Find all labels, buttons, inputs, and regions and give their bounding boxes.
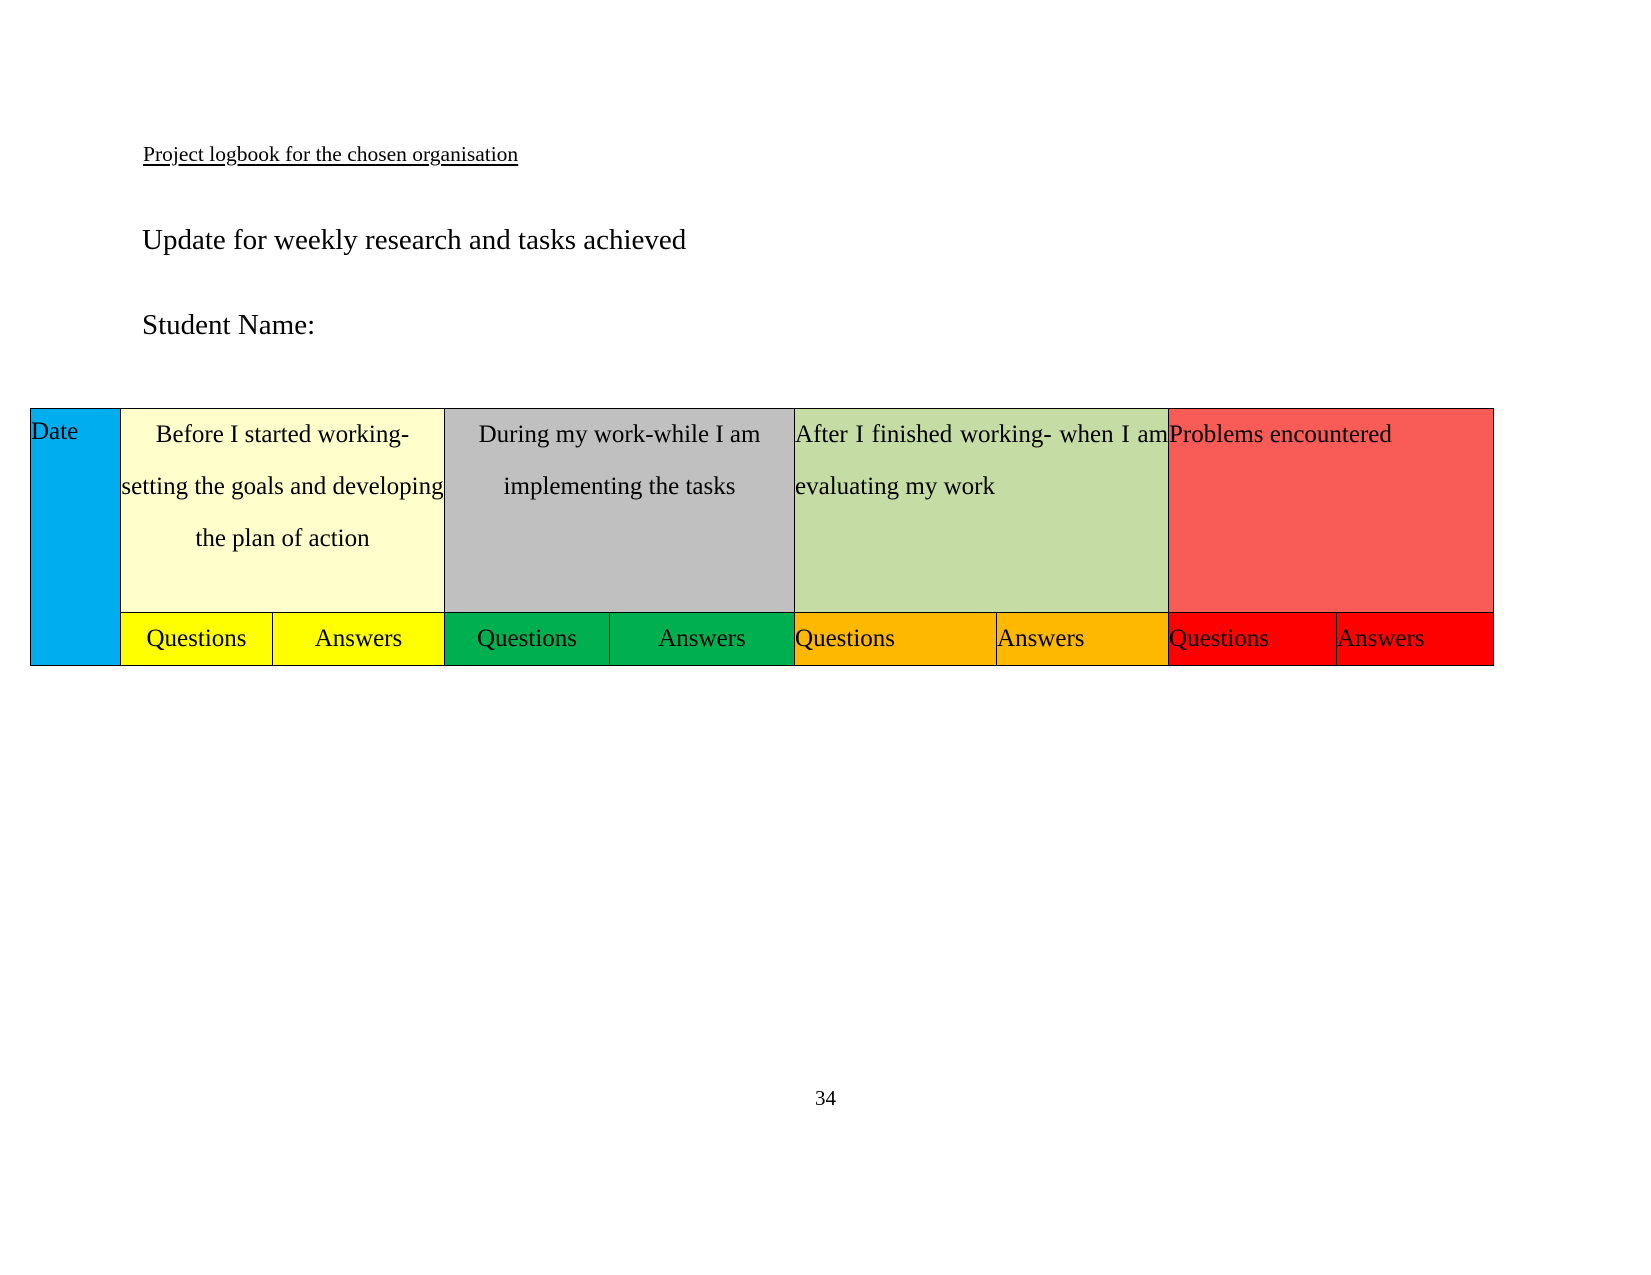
subheader-after-answers: Answers <box>996 612 1170 666</box>
heading-weekly-update: Update for weekly research and tasks ach… <box>142 224 687 256</box>
logbook-table: Date Before I started working- setting t… <box>30 408 1495 666</box>
table-header-during: During my work-while I am implementing t… <box>443 408 796 613</box>
subheader-during-answers: Answers <box>608 612 796 666</box>
table-header-before: Before I started working- setting the go… <box>120 408 445 613</box>
subheader-after-questions: Questions <box>794 612 998 666</box>
document-page: Project logbook for the chosen organisat… <box>0 0 1651 1275</box>
page-title: Project logbook for the chosen organisat… <box>143 142 519 166</box>
heading-student-name: Student Name: <box>142 309 316 341</box>
page-number: 34 <box>815 1086 836 1110</box>
table-header-problems: Problems encountered <box>1168 408 1495 613</box>
subheader-during-questions: Questions <box>444 612 610 666</box>
subheader-problems-questions: Questions <box>1168 612 1338 666</box>
subheader-before-answers: Answers <box>272 612 445 666</box>
table-header-date: Date <box>30 408 121 666</box>
subheader-problems-answers: Answers <box>1336 612 1495 666</box>
subheader-before-questions: Questions <box>120 612 273 666</box>
table-subheader-row: Questions Answers Questions Answers Ques… <box>31 612 1495 666</box>
table-header-row: Date Before I started working- setting t… <box>30 408 1495 666</box>
table-header-after: After I finished working- when I am eval… <box>794 408 1170 613</box>
